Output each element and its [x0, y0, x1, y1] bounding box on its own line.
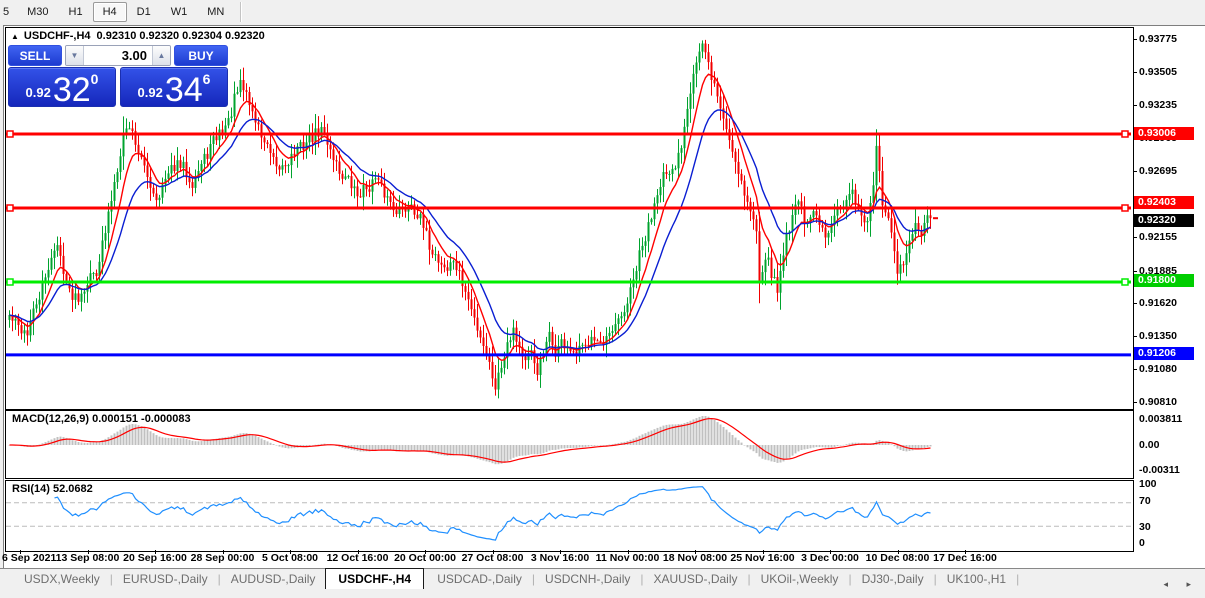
- price-axis-label: 0.91350: [1139, 330, 1177, 342]
- timeframe-toolbar: 5M30H1H4D1W1MN: [0, 0, 1205, 24]
- macd-values: 0.000151 -0.000083: [92, 413, 190, 425]
- timeframe-button-d1[interactable]: D1: [127, 2, 161, 22]
- price-axis-tick: [1133, 402, 1137, 403]
- price-axis-tick: [1133, 105, 1137, 106]
- price-axis-tick: [1133, 39, 1137, 40]
- price-badge-0.92320: 0.92320: [1134, 214, 1194, 227]
- toolbar-separator: [240, 2, 241, 22]
- symbol-triangle-icon: ▲: [11, 32, 19, 41]
- tab-usdcad-daily[interactable]: USDCAD-,Daily: [427, 569, 532, 588]
- time-axis-label: 18 Nov 08:00: [663, 552, 727, 564]
- volume-value[interactable]: 3.00: [84, 46, 152, 65]
- macd-axis-label: -0.00311: [1139, 464, 1180, 476]
- price-axis-label: 0.91080: [1139, 363, 1177, 375]
- buy-price-pip: 6: [203, 71, 211, 87]
- volume-increase-button[interactable]: ▲: [152, 46, 170, 65]
- timeframe-button-h1[interactable]: H1: [59, 2, 93, 22]
- sell-price-main: 32: [53, 75, 91, 106]
- macd-label-row: MACD(12,26,9) 0.000151 -0.000083: [12, 413, 191, 425]
- time-axis-label: 20 Oct 00:00: [394, 552, 456, 564]
- tab-usdchf-h4[interactable]: USDCHF-,H4: [325, 568, 424, 589]
- time-axis-label: 25 Nov 16:00: [730, 552, 794, 564]
- price-axis-tick: [1133, 171, 1137, 172]
- price-badge-0.93006: 0.93006: [1134, 127, 1194, 140]
- tab-usdx-weekly[interactable]: USDX,Weekly: [14, 569, 110, 588]
- buy-price-main: 34: [165, 75, 203, 106]
- time-axis-label: 27 Oct 08:00: [462, 552, 524, 564]
- price-axis-tick: [1133, 336, 1137, 337]
- price-badge-0.92403: 0.92403: [1134, 196, 1194, 209]
- rsi-axis-label: 100: [1139, 478, 1157, 490]
- price-axis-label: 0.91620: [1139, 297, 1177, 309]
- tab-usdcnh-daily[interactable]: USDCNH-,Daily: [535, 569, 640, 588]
- macd-label: MACD(12,26,9): [12, 413, 89, 425]
- price-axis-tick: [1133, 237, 1137, 238]
- time-axis-label: 3 Nov 16:00: [531, 552, 589, 564]
- rsi-canvas[interactable]: [6, 481, 1131, 549]
- tab-ukoil-weekly[interactable]: UKOil-,Weekly: [751, 569, 849, 588]
- rsi-label: RSI(14): [12, 483, 50, 495]
- time-axis-label: 11 Nov 00:00: [596, 552, 660, 564]
- time-axis-label: 12 Oct 16:00: [327, 552, 389, 564]
- one-click-trade-widget: SELL ▼ 3.00 ▲ BUY 0.92 32 0 0.92 34 6: [8, 45, 228, 107]
- timeframe-button-5[interactable]: 5: [0, 2, 17, 22]
- tab-dj30-daily[interactable]: DJ30-,Daily: [852, 569, 934, 588]
- symbol-tabs: USDX,Weekly|EURUSD-,Daily|AUDUSD-,DailyU…: [14, 569, 1019, 591]
- chart-ohlc-values: 0.92310 0.92320 0.92304 0.92320: [97, 30, 265, 42]
- price-axis-tick: [1133, 303, 1137, 304]
- time-axis-label: 6 Sep 2021: [2, 552, 56, 564]
- symbol-tab-bar: USDX,Weekly|EURUSD-,Daily|AUDUSD-,DailyU…: [0, 568, 1205, 598]
- sell-price-pip: 0: [91, 71, 99, 87]
- price-axis-label: 0.92155: [1139, 231, 1177, 243]
- trading-platform-window: 5M30H1H4D1W1MN ▲ USDCHF-,H4 0.92310 0.92…: [0, 0, 1205, 598]
- tab-audusd-daily[interactable]: AUDUSD-,Daily: [221, 569, 326, 588]
- sell-price-prefix: 0.92: [26, 85, 51, 100]
- price-axis-tick: [1133, 271, 1137, 272]
- time-axis-label: 10 Dec 08:00: [866, 552, 930, 564]
- timeframe-button-w1[interactable]: W1: [161, 2, 198, 22]
- rsi-axis-label: 30: [1139, 521, 1151, 533]
- time-axis-label: 28 Sep 00:00: [191, 552, 255, 564]
- timeframe-button-m30[interactable]: M30: [17, 2, 58, 22]
- price-badge-0.91206: 0.91206: [1134, 347, 1194, 360]
- tab-eurusd-daily[interactable]: EURUSD-,Daily: [113, 569, 218, 588]
- tab-xauusd-daily[interactable]: XAUUSD-,Daily: [644, 569, 748, 588]
- buy-price-box[interactable]: 0.92 34 6: [120, 67, 228, 107]
- price-badge-0.91800: 0.91800: [1134, 274, 1194, 287]
- buy-button[interactable]: BUY: [174, 45, 228, 66]
- rsi-label-row: RSI(14) 52.0682: [12, 483, 93, 495]
- price-axis-label: 0.90810: [1139, 396, 1177, 408]
- volume-stepper: ▼ 3.00 ▲: [65, 45, 171, 66]
- chart-title: ▲ USDCHF-,H4 0.92310 0.92320 0.92304 0.9…: [11, 30, 265, 42]
- time-axis-label: 20 Sep 16:00: [123, 552, 187, 564]
- time-axis-label: 5 Oct 08:00: [262, 552, 318, 564]
- time-axis-label: 17 Dec 16:00: [933, 552, 997, 564]
- time-axis-label: 13 Sep 08:00: [56, 552, 120, 564]
- price-axis-label: 0.92695: [1139, 165, 1177, 177]
- buy-price-prefix: 0.92: [138, 85, 163, 100]
- rsi-axis-label: 0: [1139, 537, 1145, 549]
- rsi-axis-label: 70: [1139, 495, 1151, 507]
- time-axis-label: 3 Dec 00:00: [801, 552, 859, 564]
- tab-uk100-h1[interactable]: UK100-,H1: [937, 569, 1016, 588]
- rsi-value: 52.0682: [53, 483, 93, 495]
- price-axis-label: 0.93775: [1139, 33, 1177, 45]
- volume-decrease-button[interactable]: ▼: [66, 46, 84, 65]
- sell-price-box[interactable]: 0.92 32 0: [8, 67, 116, 107]
- price-axis-tick: [1133, 369, 1137, 370]
- price-axis-tick: [1133, 72, 1137, 73]
- tab-scroll-arrows[interactable]: ◂ ▸: [1163, 579, 1199, 590]
- rsi-panel[interactable]: [5, 480, 1134, 552]
- price-axis-label: 0.93235: [1139, 99, 1177, 111]
- price-axis-label: 0.93505: [1139, 66, 1177, 78]
- timeframe-button-h4[interactable]: H4: [93, 2, 127, 22]
- sell-button[interactable]: SELL: [8, 45, 62, 66]
- timeframe-button-mn[interactable]: MN: [197, 2, 234, 22]
- macd-axis-label: 0.00: [1139, 439, 1159, 451]
- macd-axis-label: 0.003811: [1139, 413, 1182, 425]
- tab-separator: |: [1016, 569, 1019, 586]
- chart-symbol-period: USDCHF-,H4: [24, 30, 91, 42]
